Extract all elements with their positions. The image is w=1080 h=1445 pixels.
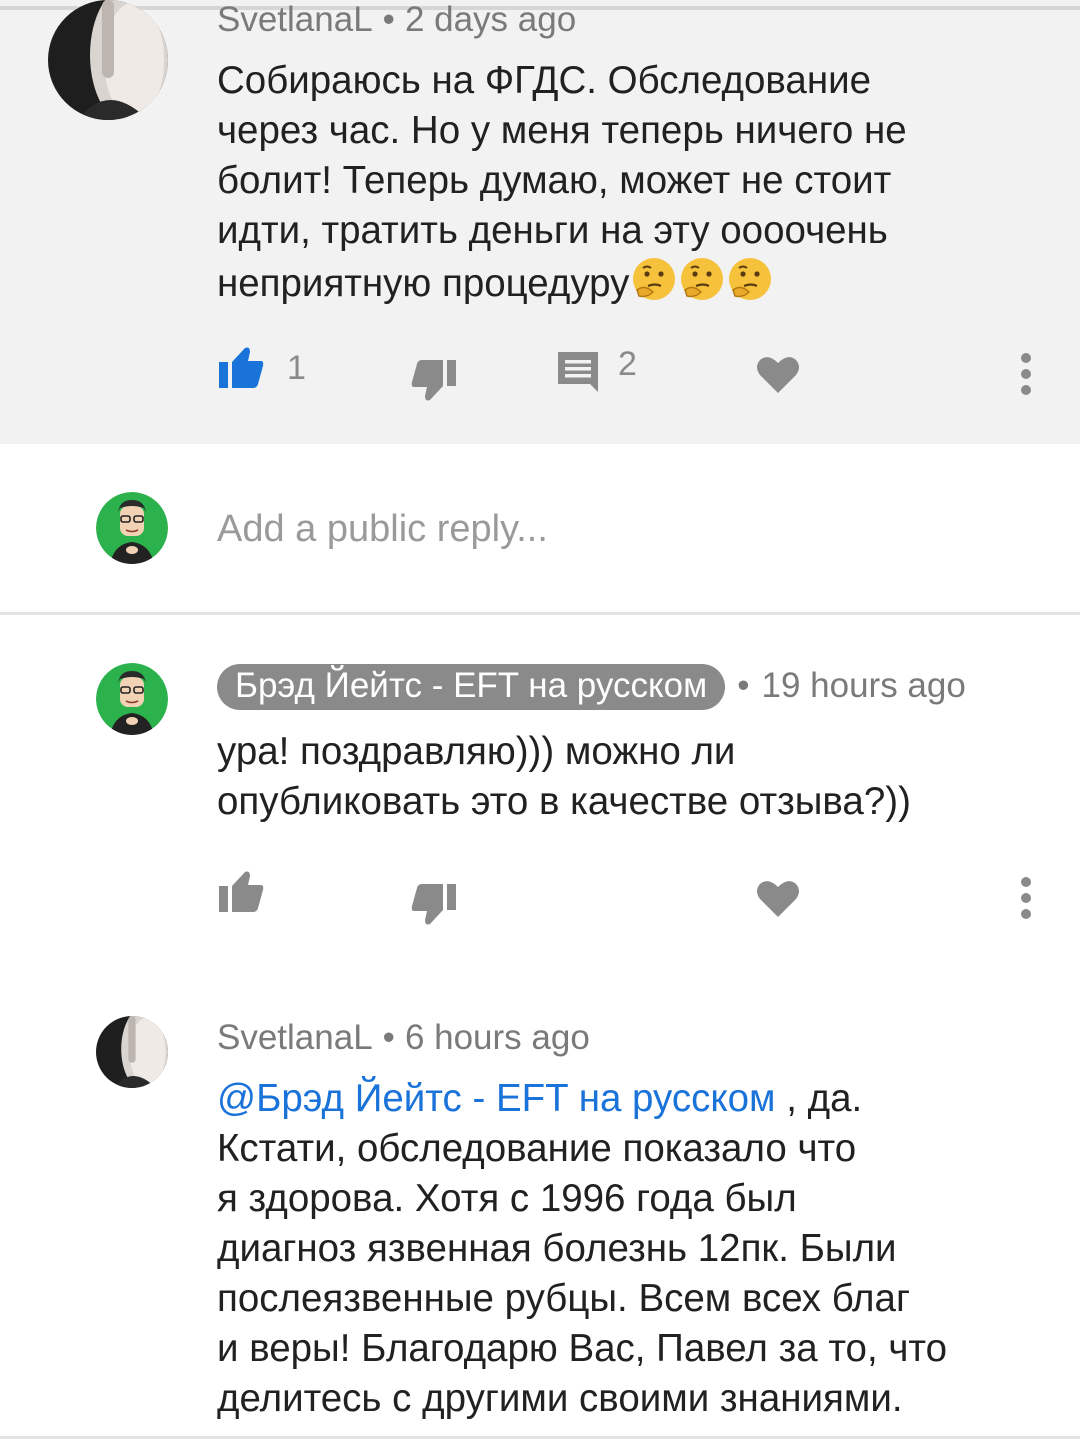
comment-line-text: , да. xyxy=(775,1077,863,1120)
mention-link[interactable]: @Брэд Йейтс - EFT на русском xyxy=(217,1077,776,1120)
avatar-svetlanal[interactable] xyxy=(96,1016,168,1088)
comment-line: болит! Теперь думаю, может не стоит xyxy=(217,159,892,202)
more-options-button[interactable] xyxy=(1019,876,1033,920)
comment-line: опубликовать это в качестве отзыва?)) xyxy=(217,780,911,823)
like-button[interactable] xyxy=(217,870,265,914)
avatar-photo xyxy=(48,0,168,120)
meta-separator: • xyxy=(737,666,750,705)
dislike-button[interactable] xyxy=(410,358,458,402)
thinking-face-emoji xyxy=(633,258,676,300)
highlighted-comment: SvetlanaL • 2 days ago Собираюсь на ФГДС. … xyxy=(0,0,1080,444)
heart-button[interactable] xyxy=(756,878,800,918)
heart-button[interactable] xyxy=(756,354,800,394)
add-reply-input[interactable]: Add a public reply... xyxy=(217,508,548,551)
comment-text: ура! поздравляю))) можно ли опубликовать… xyxy=(217,727,1047,827)
comment-line: идти, тратить деньги на эту оооочень xyxy=(217,209,888,252)
comment-line-text: неприятную процедуру xyxy=(217,262,630,305)
author-name[interactable]: SvetlanaL xyxy=(217,1018,373,1057)
comment-line: я здорова. Хотя с 1996 года был xyxy=(217,1177,797,1220)
meta-separator: • xyxy=(382,1018,395,1057)
comment-icon xyxy=(558,352,598,392)
like-count: 1 xyxy=(287,348,306,387)
thinking-face-emoji xyxy=(681,258,724,300)
more-vert-icon xyxy=(1021,877,1031,919)
comment-line: @Брэд Йейтс - EFT на русском , да. xyxy=(217,1074,1057,1124)
more-vert-icon xyxy=(1021,353,1031,395)
more-options-button[interactable] xyxy=(1019,352,1033,396)
avatar-photo xyxy=(96,1016,168,1088)
channel-owner-badge[interactable]: Брэд Йейтс - EFT на русском xyxy=(217,664,726,710)
reply-count: 2 xyxy=(618,344,637,383)
heart-icon xyxy=(757,881,799,917)
comment-line: через час. Но у меня теперь ничего не xyxy=(217,109,907,152)
comment-meta: Брэд Йейтс - EFT на русском • 19 hours ago xyxy=(217,664,966,710)
thumb-down-icon xyxy=(411,884,456,925)
thumb-up-icon xyxy=(219,347,264,388)
avatar-cartoon xyxy=(96,492,168,564)
timestamp: 6 hours ago xyxy=(404,1018,590,1057)
thinking-face-emoji xyxy=(729,258,772,300)
timestamp: 19 hours ago xyxy=(761,666,966,705)
comment-meta: SvetlanaL • 2 days ago xyxy=(217,0,576,40)
divider xyxy=(0,612,1080,615)
reply-button[interactable]: 2 xyxy=(556,345,637,394)
thumb-down-icon xyxy=(411,360,456,401)
comment-meta: SvetlanaL • 6 hours ago xyxy=(217,1018,590,1058)
avatar-cartoon xyxy=(96,663,168,735)
author-name[interactable]: SvetlanaL xyxy=(217,0,373,39)
like-button[interactable]: 1 xyxy=(217,346,306,390)
comment-line: и веры! Благодарю Вас, Павел за то, что xyxy=(217,1327,948,1370)
divider xyxy=(0,1436,1080,1439)
heart-icon xyxy=(757,357,799,393)
comment-line: неприятную процедуру xyxy=(217,256,1047,309)
timestamp: 2 days ago xyxy=(404,0,577,39)
dislike-button[interactable] xyxy=(410,882,458,926)
meta-separator: • xyxy=(382,0,395,39)
comment-thread: SvetlanaL • 2 days ago Собираюсь на ФГДС. … xyxy=(0,0,1080,1445)
current-user-avatar xyxy=(96,492,168,564)
comment-text: Собираюсь на ФГДС. Обследование через ча… xyxy=(217,56,1047,309)
comment-line: делитесь с другими своими знаниями. xyxy=(217,1377,903,1420)
comment-line: диагноз язвенная болезнь 12пк. Были xyxy=(217,1227,897,1270)
comment-text: @Брэд Йейтс - EFT на русском , да. Кстат… xyxy=(217,1074,1057,1424)
avatar-svetlanal[interactable] xyxy=(48,0,168,120)
thumb-up-icon xyxy=(219,871,264,912)
comment-line: Собираюсь на ФГДС. Обследование xyxy=(217,59,871,102)
avatar-brad-yates[interactable] xyxy=(96,663,168,735)
comment-line: ура! поздравляю))) можно ли xyxy=(217,730,736,773)
comment-line: Кстати, обследование показало что xyxy=(217,1127,857,1170)
comment-line: послеязвенные рубцы. Всем всех благ xyxy=(217,1277,910,1320)
